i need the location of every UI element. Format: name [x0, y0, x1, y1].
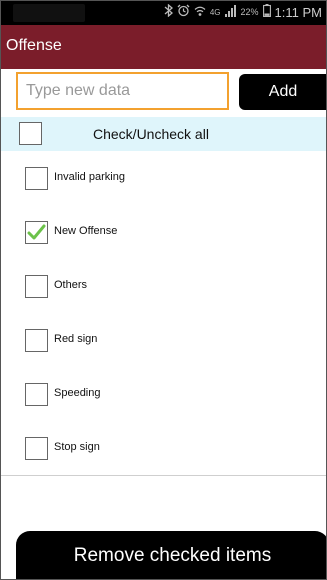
item-label: Red sign — [54, 333, 98, 345]
list-item[interactable]: New Offense — [1, 205, 326, 260]
entry-row: Add — [1, 69, 326, 117]
status-clock: 1:11 PM — [274, 4, 322, 20]
item-checkbox[interactable] — [25, 221, 48, 244]
page-title: Offense — [6, 37, 62, 54]
alarm-icon — [177, 4, 190, 20]
list-item[interactable]: Red sign — [1, 313, 326, 368]
new-data-input[interactable] — [16, 72, 229, 110]
list-item[interactable]: Invalid parking — [1, 151, 326, 206]
check-mark-icon — [27, 224, 46, 240]
item-label: New Offense — [54, 225, 118, 237]
status-bar-cutout — [13, 4, 85, 22]
phone-screen: 4G 22% 1:11 PM Offense Add Check/Uncheck… — [0, 0, 327, 580]
status-bar: 4G 22% 1:11 PM — [1, 1, 326, 25]
item-checkbox[interactable] — [25, 167, 48, 190]
item-label: Speeding — [54, 387, 101, 399]
bluetooth-icon — [164, 3, 173, 20]
item-label: Others — [54, 279, 88, 291]
check-all-label: Check/Uncheck all — [93, 126, 209, 142]
title-bar: Offense — [1, 25, 326, 69]
item-checkbox[interactable] — [25, 275, 48, 298]
item-label: Stop sign — [54, 441, 100, 453]
list-item[interactable]: Speeding — [1, 367, 326, 422]
add-button[interactable]: Add — [239, 74, 326, 110]
status-icons: 4G 22% 1:11 PM — [164, 3, 322, 20]
item-checkbox[interactable] — [25, 437, 48, 460]
item-checkbox[interactable] — [25, 383, 48, 406]
list-item[interactable]: Stop sign — [1, 421, 326, 476]
network-type-label: 4G — [209, 7, 221, 17]
item-label: Invalid parking — [54, 171, 125, 183]
remove-checked-button[interactable]: Remove checked items — [16, 531, 326, 579]
list-item[interactable]: Others — [1, 259, 326, 314]
battery-percent: 22% — [240, 7, 259, 17]
battery-icon — [262, 4, 271, 20]
wifi-icon — [194, 5, 206, 20]
check-all-checkbox[interactable] — [19, 122, 42, 145]
signal-icon — [224, 4, 237, 20]
check-all-row[interactable]: Check/Uncheck all — [1, 117, 326, 151]
item-checkbox[interactable] — [25, 329, 48, 352]
